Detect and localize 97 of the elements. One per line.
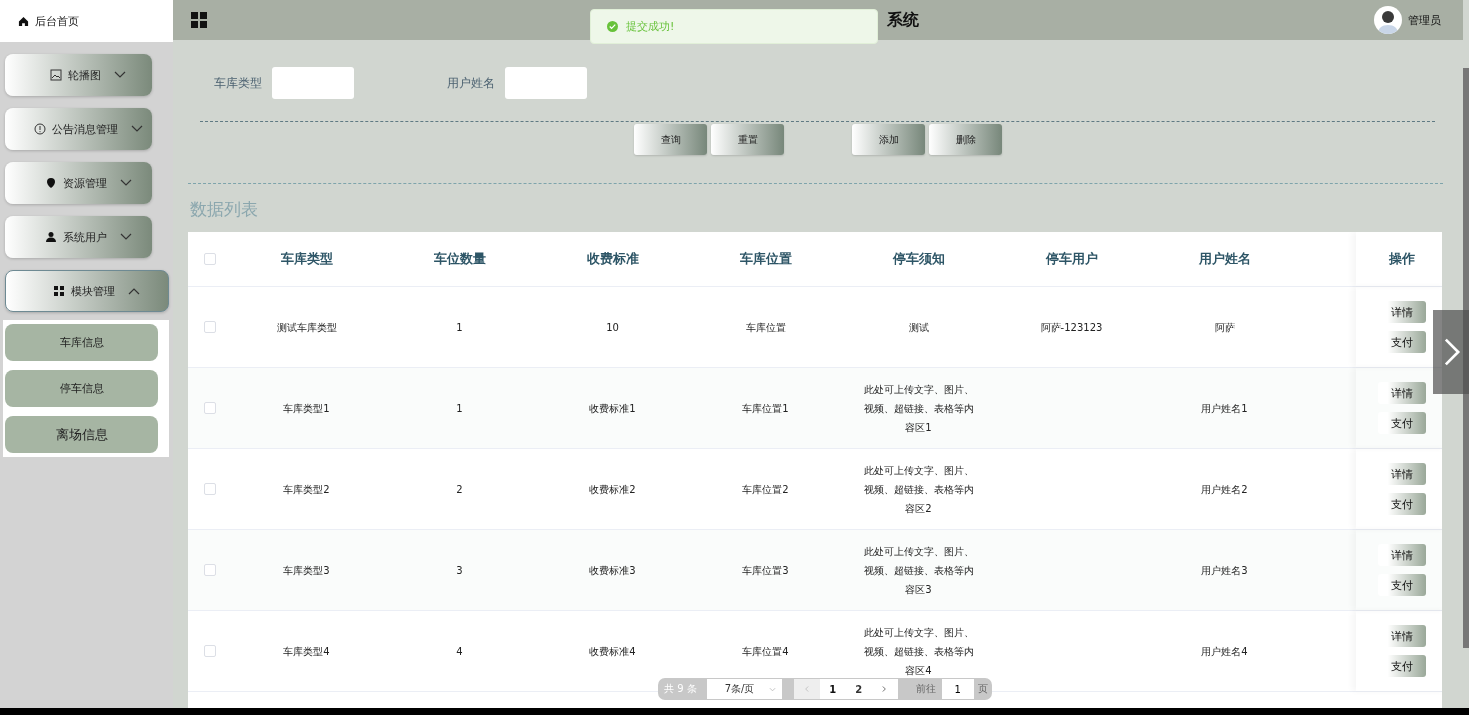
action-button[interactable]: 添加 — [852, 124, 925, 155]
table-cell-text: 阿萨 — [1213, 320, 1236, 335]
column-header: 操作 — [1389, 250, 1415, 268]
table-cell-text: 10 — [605, 320, 620, 335]
table-cell-text: 用户姓名4 — [1200, 644, 1249, 659]
table-cell-text: 收费标准4 — [588, 644, 637, 659]
grid-icon — [53, 285, 65, 297]
page-size-select[interactable]: 7条/页 — [706, 679, 782, 699]
menu-button[interactable]: 模块管理 — [5, 270, 169, 312]
user-name[interactable]: 管理员 — [1408, 12, 1441, 28]
success-toast: 提交成功! — [590, 9, 878, 44]
page-button[interactable]: 1 — [819, 679, 846, 699]
table-cell-text: 此处可上传文字、图片、视频、超链接、表格等内容区1 — [862, 382, 975, 435]
image-icon — [50, 69, 62, 81]
checkbox[interactable] — [204, 321, 216, 333]
search-button[interactable]: 重置 — [711, 124, 784, 155]
check-icon — [607, 21, 618, 32]
column-header: 停车用户 — [1044, 250, 1099, 268]
caret-icon — [768, 686, 776, 692]
table-cell-text: 车库类型1 — [282, 401, 331, 416]
submenu-item[interactable]: 车库信息 — [5, 324, 158, 361]
menu-button[interactable]: 轮播图 — [5, 54, 152, 96]
next-page-button[interactable] — [871, 679, 898, 699]
table-cell-text: 此处可上传文字、图片、视频、超链接、表格等内容区3 — [862, 544, 975, 597]
table-cell-text: 测试 — [907, 320, 930, 335]
table-cell-text: 3 — [455, 563, 464, 578]
table-cell-text: 用户姓名1 — [1200, 401, 1249, 416]
table-cell-text: 用户姓名3 — [1200, 563, 1249, 578]
table-cell-text: 车库位置 — [744, 320, 787, 335]
row-button[interactable]: 详情 — [1378, 382, 1426, 404]
balloon-icon — [44, 177, 57, 189]
table-cell-text: 1 — [455, 401, 464, 416]
menu-icon[interactable] — [191, 12, 207, 28]
chevron-down-icon — [113, 70, 127, 80]
row-button[interactable]: 支付 — [1378, 412, 1426, 434]
row-button[interactable]: 详情 — [1378, 544, 1426, 566]
page-input[interactable]: 1 — [941, 679, 974, 699]
table-cell-text: 阿萨-123123 — [1039, 320, 1104, 335]
table-cell-text: 车库位置4 — [741, 644, 790, 659]
user-icon — [44, 231, 57, 243]
checkbox[interactable] — [204, 645, 216, 657]
menu-button[interactable]: 资源管理 — [5, 162, 152, 204]
checkbox[interactable] — [204, 402, 216, 414]
column-header: 车库类型 — [279, 250, 334, 268]
page-button[interactable]: 2 — [845, 679, 872, 699]
table-cell-text: 车库类型4 — [282, 644, 331, 659]
column-header: 车库位置 — [738, 250, 793, 268]
app-title: 系统 — [887, 9, 919, 31]
column-header: 停车须知 — [891, 250, 946, 268]
table-cell-text: 车库位置3 — [741, 563, 790, 578]
input-field[interactable] — [505, 67, 587, 99]
submenu-item[interactable]: 离场信息 — [5, 416, 158, 453]
action-button[interactable]: 删除 — [929, 124, 1002, 155]
submenu-item[interactable]: 停车信息 — [5, 370, 158, 407]
table-cell-text: 此处可上传文字、图片、视频、超链接、表格等内容区2 — [862, 463, 975, 516]
menu-button[interactable]: 系统用户 — [5, 216, 152, 258]
page-unit: 页 — [977, 682, 988, 696]
avatar-icon[interactable] — [1374, 6, 1402, 34]
search-button[interactable]: 查询 — [634, 124, 707, 155]
table-cell-text: 收费标准2 — [588, 482, 637, 497]
column-header: 用户姓名 — [1197, 250, 1252, 268]
table-cell-text: 车库位置1 — [741, 401, 790, 416]
goto-label: 前往 — [915, 682, 936, 696]
menu-item[interactable]: 后台首页 — [35, 13, 79, 29]
table-cell-text: 2 — [455, 482, 464, 497]
table-cell-text: 1 — [455, 320, 464, 335]
home-icon — [18, 15, 29, 27]
info-icon — [33, 123, 46, 135]
table-cell-text: 车库类型2 — [282, 482, 331, 497]
column-header: 车位数量 — [432, 250, 487, 268]
section-title: 数据列表 — [190, 198, 259, 220]
table-cell-text: 此处可上传文字、图片、视频、超链接、表格等内容区4 — [862, 625, 975, 678]
table-cell-text: 车库位置2 — [741, 482, 790, 497]
chevron-down-icon — [118, 232, 133, 242]
table-cell-text: 用户姓名2 — [1200, 482, 1249, 497]
table-cell-text: 收费标准3 — [588, 563, 637, 578]
row-button[interactable]: 支付 — [1378, 574, 1426, 596]
next-arrow-button[interactable] — [1433, 310, 1469, 394]
chevron-left-icon — [804, 684, 810, 693]
chevron-down-icon — [129, 124, 144, 134]
input-field[interactable] — [272, 67, 354, 99]
table-cell-text: 4 — [455, 644, 464, 659]
table-cell-text: 车库类型3 — [282, 563, 331, 578]
checkbox[interactable] — [204, 253, 216, 265]
field-label: 用户姓名 — [447, 74, 495, 92]
prev-page-button[interactable] — [793, 679, 820, 699]
field-label: 车库类型 — [214, 74, 262, 92]
menu-button[interactable]: 公告消息管理 — [5, 108, 152, 150]
checkbox[interactable] — [204, 564, 216, 576]
table-cell-text: 测试车库类型 — [275, 320, 338, 335]
chevron-right-icon — [1443, 337, 1461, 367]
chevron-right-icon — [882, 684, 888, 693]
chevron-up-icon — [127, 286, 141, 296]
chevron-down-icon — [118, 178, 133, 188]
checkbox[interactable] — [204, 483, 216, 495]
table-cell-text: 收费标准1 — [588, 401, 637, 416]
column-header: 收费标准 — [585, 250, 640, 268]
